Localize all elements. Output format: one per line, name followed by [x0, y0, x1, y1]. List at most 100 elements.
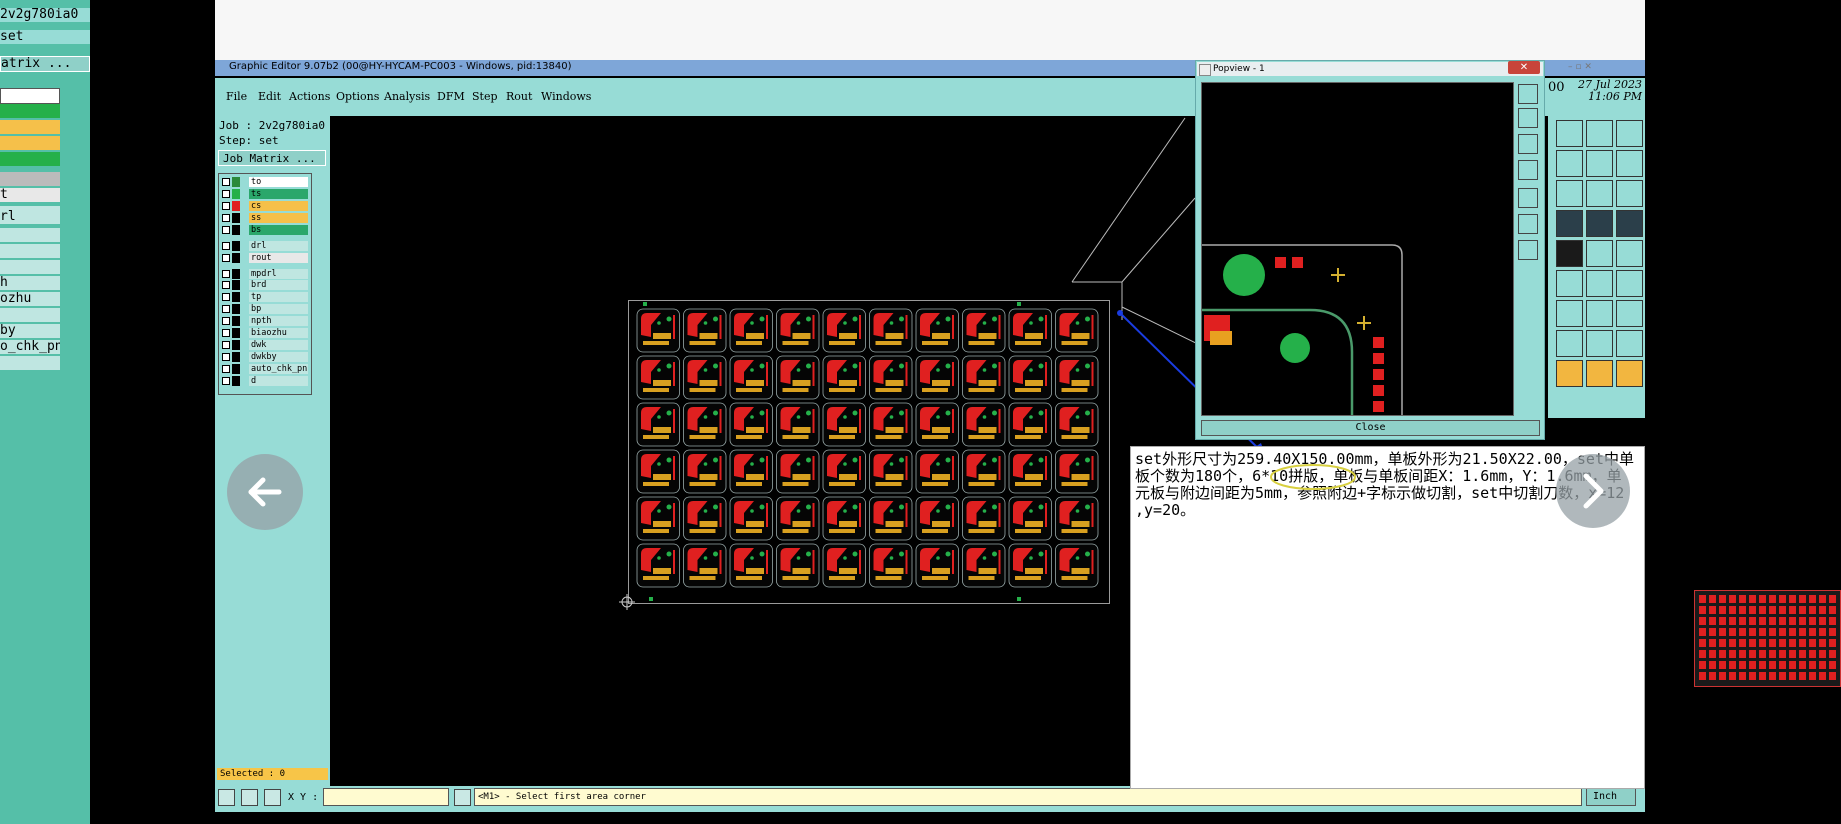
back-nav-button[interactable] [227, 454, 303, 530]
job-matrix-button[interactable]: Job Matrix ... [218, 150, 326, 166]
mode-toggle-icon[interactable] [454, 789, 471, 806]
bg-layer-row[interactable] [0, 308, 60, 322]
popview-close-icon[interactable]: ✕ [1508, 61, 1540, 74]
menu-file[interactable]: File [226, 90, 247, 103]
bg-layer-row[interactable] [0, 104, 60, 118]
layer-checkbox[interactable] [222, 341, 230, 349]
menu-edit[interactable]: Edit [258, 90, 281, 103]
tool-scale-icon[interactable] [1616, 330, 1643, 357]
popview-zoom-in-icon[interactable] [1518, 108, 1538, 128]
tool-move-icon[interactable] [1586, 330, 1613, 357]
tool-select-icon[interactable] [1586, 270, 1613, 297]
tool-scale-icon[interactable] [1616, 150, 1643, 177]
bg-layer-row[interactable] [0, 120, 60, 134]
zoom-fit-icon[interactable] [218, 789, 235, 806]
popview-snap-icon[interactable] [1518, 214, 1538, 234]
tool-surface-icon[interactable] [1616, 240, 1643, 267]
units-selector[interactable]: Inch [1586, 788, 1636, 806]
tool-home-icon[interactable] [1616, 300, 1643, 327]
layer-checkbox[interactable] [222, 178, 230, 186]
tool-measure-icon[interactable] [1616, 180, 1643, 207]
tool-align-icon[interactable] [1616, 270, 1643, 297]
layer-row-ts[interactable]: ts [222, 189, 308, 199]
layer-row-bs[interactable]: bs [222, 225, 308, 235]
popview-close-button[interactable]: Close [1201, 420, 1540, 436]
tool-snap-icon[interactable] [1556, 180, 1583, 207]
pcb-panel[interactable] [628, 300, 1110, 604]
menu-step[interactable]: Step [472, 90, 498, 103]
menu-analysis[interactable]: Analysis [384, 90, 430, 103]
tool-point-icon[interactable] [1556, 210, 1583, 237]
tool-move-icon[interactable] [1586, 150, 1613, 177]
layer-checkbox[interactable] [222, 270, 230, 278]
menu-windows[interactable]: Windows [541, 90, 591, 103]
layer-row-biaozhu[interactable]: biaozhu [222, 328, 308, 338]
layer-row-d[interactable]: d [222, 376, 308, 386]
layer-checkbox[interactable] [222, 305, 230, 313]
tool-delete-icon[interactable] [1586, 210, 1613, 237]
layer-row-dwkby[interactable]: dwkby [222, 352, 308, 362]
layer-checkbox[interactable] [222, 293, 230, 301]
layer-row-to[interactable]: to [222, 177, 308, 187]
layer-row-ss[interactable]: ss [222, 213, 308, 223]
layer-checkbox[interactable] [222, 317, 230, 325]
tool-save-icon[interactable] [1586, 300, 1613, 327]
popview-zoom-out-icon[interactable] [1518, 134, 1538, 154]
xy-input[interactable] [323, 788, 449, 806]
layer-checkbox[interactable] [222, 353, 230, 361]
tool-snap-icon[interactable] [1556, 360, 1583, 387]
bg-layer-row[interactable]: t [0, 188, 60, 202]
zoom-area-icon[interactable] [241, 789, 258, 806]
minimap[interactable] [1694, 590, 1841, 687]
layer-checkbox[interactable] [222, 242, 230, 250]
menu-options[interactable]: Options [336, 90, 379, 103]
tool-save-icon[interactable] [1586, 120, 1613, 147]
layer-row-bp[interactable]: bp [222, 304, 308, 314]
menu-actions[interactable]: Actions [289, 90, 330, 103]
tool-text-icon[interactable] [1556, 270, 1583, 297]
tool-pad-icon[interactable] [1586, 240, 1613, 267]
bg-layer-row[interactable] [0, 356, 60, 370]
layer-row-rout[interactable]: rout [222, 253, 308, 263]
tool-measure-icon[interactable] [1616, 360, 1643, 387]
bg-layer-row[interactable]: ozhu [0, 292, 60, 306]
popview-settings-icon[interactable] [1518, 240, 1538, 260]
forward-nav-button[interactable] [1556, 454, 1630, 528]
layer-row-tp[interactable]: tp [222, 292, 308, 302]
popview-zoom-view[interactable] [1201, 82, 1514, 416]
bg-layer-row[interactable]: h [0, 276, 60, 290]
layer-checkbox[interactable] [222, 226, 230, 234]
layer-checkbox[interactable] [222, 214, 230, 222]
bg-layer-row[interactable] [0, 152, 60, 166]
tool-grid-icon[interactable] [1586, 360, 1613, 387]
layer-row-npth[interactable]: npth [222, 316, 308, 326]
tool-home-icon[interactable] [1616, 120, 1643, 147]
bg-layer-row[interactable] [0, 260, 60, 274]
tool-line-icon[interactable] [1616, 210, 1643, 237]
bg-layer-row[interactable]: o_chk_pn [0, 340, 60, 354]
bg-layer-row[interactable]: rl [0, 210, 60, 224]
bg-layer-row[interactable]: by [0, 324, 60, 338]
tool-copy-icon[interactable] [1556, 150, 1583, 177]
menu-dfm[interactable]: DFM [437, 90, 465, 103]
layer-checkbox[interactable] [222, 281, 230, 289]
popview-title[interactable]: Popview - 1 [1197, 62, 1543, 76]
layer-checkbox[interactable] [222, 202, 230, 210]
layer-row-autochkpn[interactable]: auto_chk_pn. [222, 364, 308, 374]
layer-row-drl[interactable]: drl [222, 241, 308, 251]
layer-checkbox[interactable] [222, 254, 230, 262]
tool-open-icon[interactable] [1556, 120, 1583, 147]
bg-layer-row[interactable] [0, 136, 60, 150]
menu-rout[interactable]: Rout [506, 90, 532, 103]
bg-layer-row[interactable] [0, 172, 60, 186]
layer-row-brd[interactable]: brd [222, 280, 308, 290]
tool-open-icon[interactable] [1556, 300, 1583, 327]
layer-checkbox[interactable] [222, 365, 230, 373]
popview-fit-icon[interactable] [1518, 84, 1538, 104]
tool-copy-icon[interactable] [1556, 330, 1583, 357]
bg-layer-row[interactable] [0, 244, 60, 258]
layer-checkbox[interactable] [222, 377, 230, 385]
tool-arc-icon[interactable] [1556, 240, 1583, 267]
popview-pan-icon[interactable] [1518, 160, 1538, 180]
layer-checkbox[interactable] [222, 190, 230, 198]
